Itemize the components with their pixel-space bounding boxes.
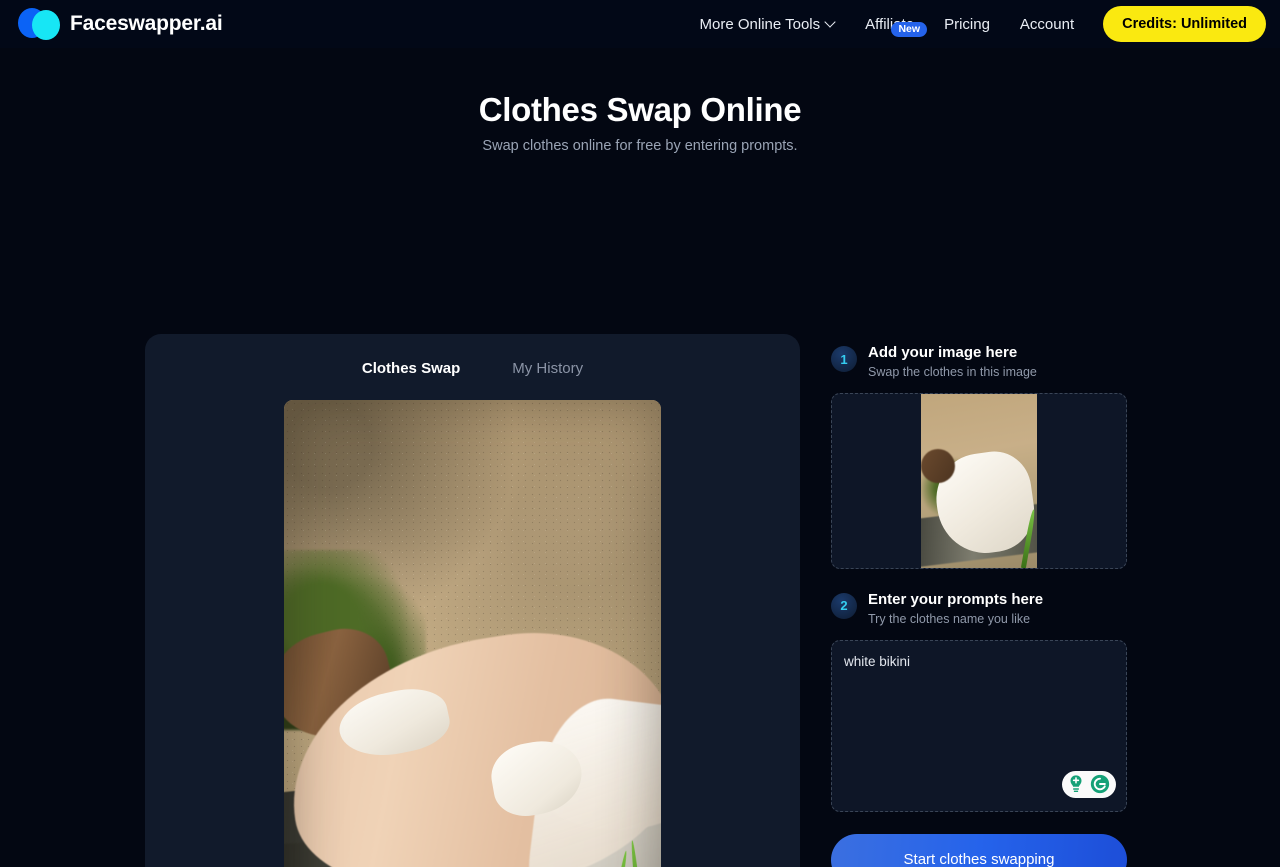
nav-item-more-online-tools[interactable]: More Online Tools xyxy=(685,16,851,33)
nav-item-affiliate[interactable]: Affiliate New xyxy=(850,16,929,37)
step-2-title: Enter your prompts here xyxy=(868,590,1044,608)
step-1-number: 1 xyxy=(831,346,857,372)
preview-card: Clothes Swap My History xyxy=(145,334,800,867)
prompt-textarea[interactable]: white bikini xyxy=(831,639,1127,812)
step-1-subtitle: Swap the clothes in this image xyxy=(868,364,1037,379)
credits-button[interactable]: Credits: Unlimited xyxy=(1103,6,1266,42)
step-1-title: Add your image here xyxy=(868,344,1018,361)
nav-label-more-online-tools: More Online Tools xyxy=(699,15,821,33)
page-title: Clothes Swap Online xyxy=(478,91,802,128)
nav-label-pricing: Pricing xyxy=(944,15,990,33)
new-badge: New xyxy=(891,21,928,37)
card-tabs: Clothes Swap My History xyxy=(145,356,800,381)
step-2-number: 2 xyxy=(831,592,857,619)
controls-panel: 1 Add your image here Swap the clothes i… xyxy=(831,344,1127,867)
start-clothes-swapping-button[interactable]: Start clothes swapping xyxy=(831,833,1127,867)
uploaded-image-thumbnail[interactable] xyxy=(921,393,1037,568)
step-2-subtitle: Try the clothes name you like xyxy=(868,611,1031,626)
faceswapper-logo-icon xyxy=(18,7,60,41)
grammarly-g-icon[interactable] xyxy=(1089,773,1111,795)
nav-label-account: Account xyxy=(1019,15,1075,33)
top-navigation-bar: Faceswapper.ai More Online Tools Affilia… xyxy=(0,0,1280,48)
tab-clothes-swap[interactable]: Clothes Swap xyxy=(360,356,462,381)
result-image[interactable] xyxy=(284,400,661,867)
chevron-down-icon xyxy=(826,18,835,27)
brand-name: Faceswapper.ai xyxy=(70,12,223,35)
photo-vignette xyxy=(284,400,661,867)
grammarly-widget[interactable] xyxy=(1062,770,1116,798)
lightbulb-icon[interactable] xyxy=(1065,773,1087,795)
tab-my-history[interactable]: My History xyxy=(510,356,585,381)
nav-item-account[interactable]: Account xyxy=(1005,16,1089,33)
step-2-header: 2 Enter your prompts here Try the clothe… xyxy=(831,591,1127,626)
nav-links: More Online Tools Affiliate New Pricing … xyxy=(685,0,1266,48)
step-1-header: 1 Add your image here Swap the clothes i… xyxy=(831,344,1127,379)
brand-logo-link[interactable]: Faceswapper.ai xyxy=(18,7,223,41)
nav-item-pricing[interactable]: Pricing xyxy=(929,16,1005,33)
thumb-subject-hair xyxy=(921,448,955,483)
page-subtitle: Swap clothes online for free by entering… xyxy=(482,138,798,154)
prompt-value: white bikini xyxy=(844,653,911,669)
image-dropzone[interactable] xyxy=(831,392,1127,569)
